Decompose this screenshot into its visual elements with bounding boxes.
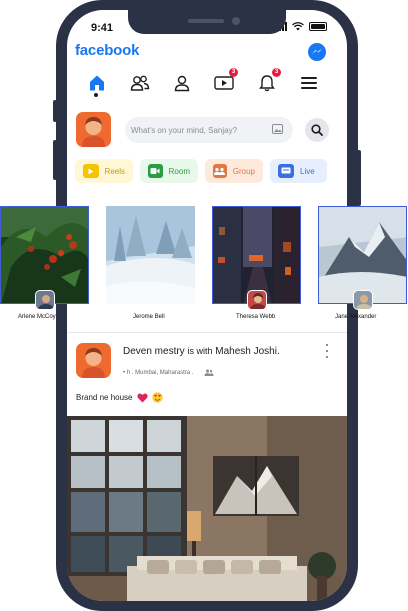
live-icon [278,164,294,178]
phone-screen [67,10,347,601]
battery-icon [309,22,327,31]
post-author-line: Deven mestry is with Mahesh Joshi. [123,345,303,358]
active-nav-indicator [94,93,98,97]
story-name: Theresa Webb [236,314,276,320]
nav-video[interactable]: 3 [211,68,238,96]
video-badge: 3 [229,68,238,77]
live-label: Live [300,166,315,176]
home-icon [90,75,104,91]
divider [67,332,347,333]
status-time: 9:41 [91,22,114,34]
group-icon [213,164,227,178]
story-avatar[interactable] [353,290,373,310]
notch [128,10,286,34]
photo-icon[interactable] [272,124,283,134]
friends-audience-icon [204,369,214,376]
nav-profile[interactable] [169,70,195,96]
search-icon [311,124,323,136]
nav-home[interactable] [84,70,110,96]
room-label: Room [168,166,190,176]
post-text: Brand ne house [76,392,163,403]
room-button[interactable]: Room [140,159,198,183]
post-with-text: is with [187,346,213,356]
story-name: Jerome Bell [133,314,165,320]
friends-icon [130,75,150,91]
heart-eyes-emoji-icon [151,392,163,403]
story-card[interactable] [106,206,195,304]
room-icon [148,164,163,178]
wifi-icon [292,22,304,31]
nav-notifications[interactable]: 3 [254,68,281,96]
story-name: Arlene McCoy [18,314,56,320]
post-location: • h . Mumbai, Maharastra . [123,369,194,376]
post-meta: • h . Mumbai, Maharastra . [123,369,214,376]
post-tagged-name[interactable]: Mahesh Joshi. [215,346,279,357]
menu-icon [301,77,317,89]
story-image [106,206,195,304]
group-button[interactable]: Group [205,159,263,183]
group-label: Group [232,166,255,176]
status-input[interactable] [125,117,293,143]
story-avatar[interactable] [35,290,55,310]
reels-label: Reels [104,166,125,176]
nav-friends[interactable] [127,70,153,96]
video-icon [214,76,234,90]
messenger-icon[interactable] [308,43,326,61]
notification-badge: 3 [272,68,281,77]
composer-avatar[interactable] [76,112,111,147]
live-button[interactable]: Live [270,159,327,183]
post-options-icon[interactable] [324,344,330,358]
heart-emoji-icon [136,393,148,402]
top-nav: 3 3 [84,68,324,96]
post-author-name[interactable]: Deven mestry [123,346,185,357]
facebook-logo[interactable]: facebook [75,42,139,59]
reels-button[interactable]: Reels [75,159,133,183]
story-name: Jane Alexander [335,314,377,320]
post-caption: Brand ne house [76,393,133,402]
nav-menu[interactable] [296,70,322,96]
bell-icon [259,75,275,92]
post-author-avatar[interactable] [76,343,111,378]
reels-icon [83,164,99,178]
story-avatar[interactable] [247,290,267,310]
search-button[interactable] [305,118,329,142]
profile-icon [174,75,190,92]
